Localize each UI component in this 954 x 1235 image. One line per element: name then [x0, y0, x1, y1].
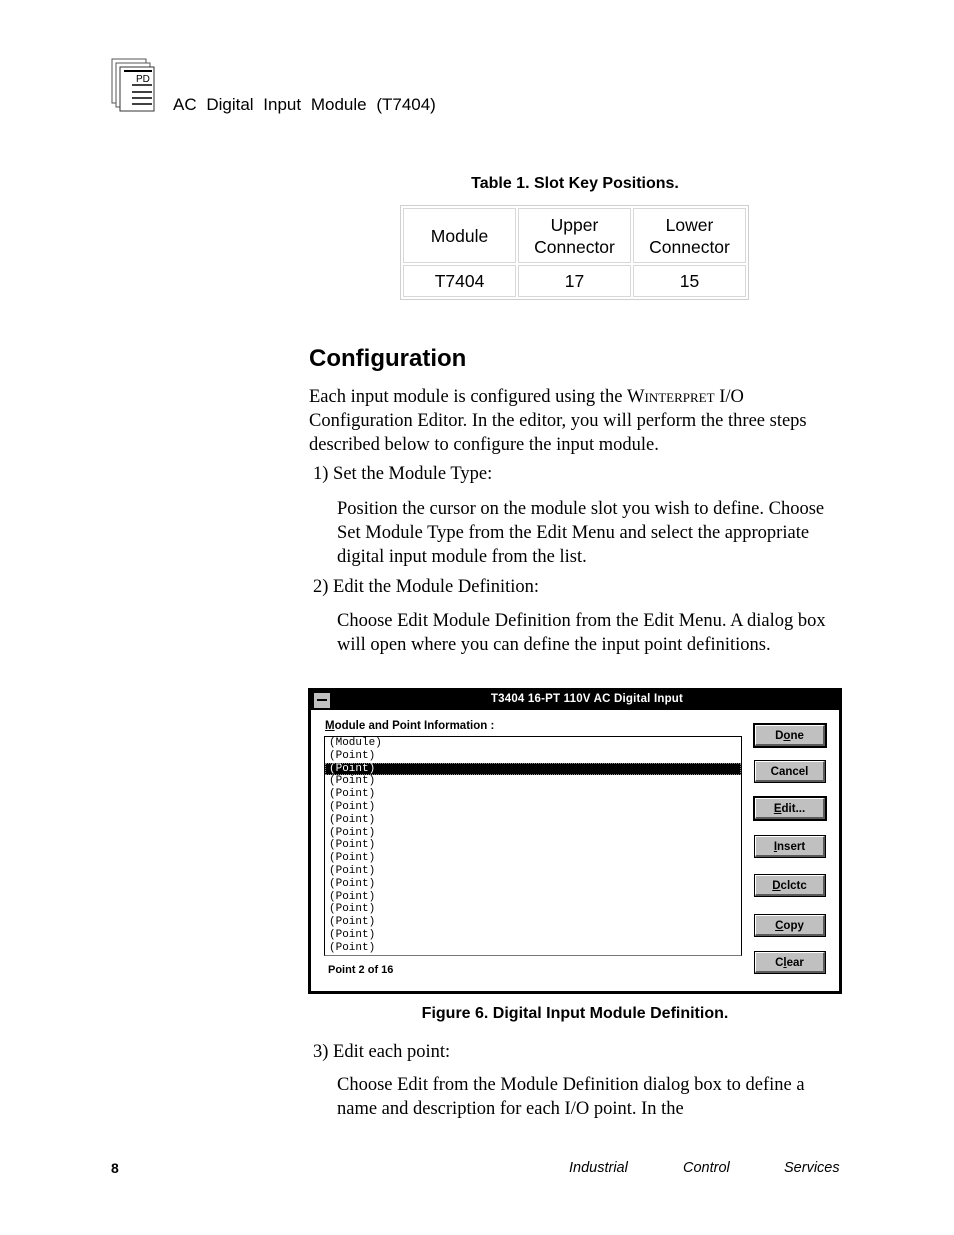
list-item[interactable]: (Point)	[325, 929, 741, 942]
list-item[interactable]: (Point)	[325, 878, 741, 891]
table-row: T7404 17 15	[403, 265, 746, 297]
column-header-lower-connector: Lower Connector	[633, 208, 746, 263]
footer-company-word-2: Control	[683, 1160, 730, 1176]
page-number: 8	[111, 1160, 119, 1176]
done-button[interactable]: Done	[755, 725, 825, 746]
point-status: Point 2 of 16	[328, 964, 394, 976]
svg-text:PD: PD	[136, 74, 150, 85]
list-item[interactable]: (Point)	[325, 839, 741, 852]
list-label-mnemonic: M	[325, 720, 335, 732]
table-cell-upper: 17	[518, 265, 631, 297]
edit-button[interactable]: Edit...	[755, 798, 825, 819]
system-menu-icon[interactable]	[314, 693, 330, 708]
list-item[interactable]: (Point)	[325, 903, 741, 916]
insert-button[interactable]: Insert	[755, 836, 825, 857]
list-item[interactable]: (Point)	[325, 852, 741, 865]
delete-button[interactable]: Dclctc	[755, 875, 825, 896]
module-point-listbox[interactable]: (Module) (Point) (Point) (Point) (Point) (Poi…	[324, 736, 742, 956]
list-item[interactable]: (Point)	[325, 827, 741, 840]
module-definition-dialog: T3404 16-PT 110V AC Digital Input Module…	[308, 688, 842, 994]
list-item[interactable]: (Point)	[325, 891, 741, 904]
list-item[interactable]: (Point)	[325, 916, 741, 929]
clear-button[interactable]: Clear	[755, 952, 825, 973]
figure-caption: Figure 6. Digital Input Module Definitio…	[421, 1005, 729, 1022]
table-cell-lower: 15	[633, 265, 746, 297]
dialog-title: T3404 16-PT 110V AC Digital Input	[490, 693, 684, 705]
step-2-body: Choose Edit Module Definition from the E…	[337, 611, 826, 655]
list-item[interactable]: (Point)	[325, 801, 741, 814]
dialog-titlebar: T3404 16-PT 110V AC Digital Input	[311, 691, 839, 710]
copy-button[interactable]: Copy	[755, 915, 825, 936]
list-item[interactable]: (Point)	[325, 762, 741, 776]
step-1-body: Position the cursor on the module slot y…	[337, 499, 825, 567]
column-header-upper-connector: Upper Connector	[518, 208, 631, 263]
section-heading: Configuration	[309, 345, 467, 372]
list-item[interactable]: (Point)	[325, 750, 741, 763]
list-item[interactable]: (Point)	[325, 814, 741, 827]
list-item[interactable]: (Point)	[325, 788, 741, 801]
table-cell-module: T7404	[403, 265, 516, 297]
list-item[interactable]: (Point)	[325, 942, 741, 955]
footer-company-word-3: Services	[784, 1160, 840, 1176]
product-name: Winterpret	[627, 387, 715, 407]
running-header-title: AC Digital Input Module (T7404)	[173, 95, 436, 114]
footer-company-word-1: Industrial	[569, 1160, 628, 1176]
step-3-body: Choose Edit from the Module Definition d…	[337, 1075, 805, 1119]
intro-paragraph: Each input module is configured using th…	[309, 385, 849, 457]
step-2-label: 2) Edit the Module Definition:	[313, 577, 540, 597]
step-3-label: 3) Edit each point:	[313, 1042, 451, 1062]
list-label: Module and Point Information :	[325, 720, 494, 732]
list-item[interactable]: (Point)	[325, 775, 741, 788]
column-header-module: Module	[403, 208, 516, 263]
list-label-text: odule and Point Information :	[334, 720, 495, 732]
pd-document-stack-icon: PD	[111, 58, 157, 112]
list-item[interactable]: (Point)	[325, 865, 741, 878]
slot-key-table: Module Upper Connector Lower Connector T…	[400, 205, 749, 300]
list-item[interactable]: (Module)	[325, 737, 741, 750]
table-header-row: Module Upper Connector Lower Connector	[403, 208, 746, 263]
step-1-label: 1) Set the Module Type:	[313, 464, 493, 484]
table-caption: Table 1. Slot Key Positions.	[471, 175, 679, 192]
intro-text-1: Each input module is configured using th…	[309, 387, 628, 407]
cancel-button[interactable]: Cancel	[755, 761, 825, 782]
